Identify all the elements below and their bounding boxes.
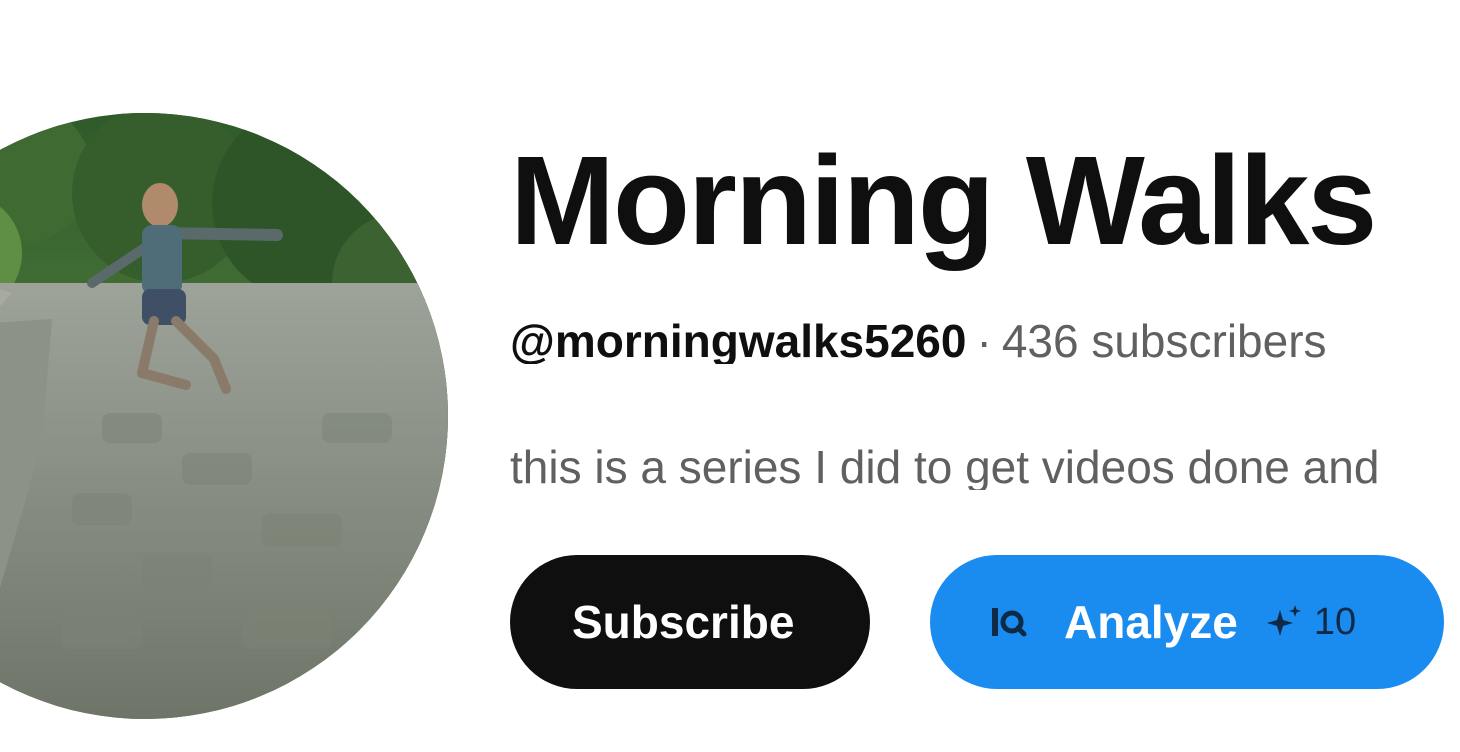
channel-handle[interactable]: @morningwalks5260 [510, 318, 966, 364]
analyze-icon [988, 602, 1028, 642]
analyze-button[interactable]: Analyze 10 [930, 555, 1444, 689]
channel-title: Morning Walks [510, 130, 1377, 271]
avatar[interactable] [0, 113, 448, 719]
channel-meta: @morningwalks5260 · 436 subscribers [510, 318, 1460, 364]
subscribe-label: Subscribe [572, 596, 795, 648]
sparkle-icon [1264, 602, 1304, 642]
meta-separator: · [976, 318, 992, 364]
avatar-image [0, 113, 448, 719]
credits: 10 [1264, 601, 1356, 644]
analyze-label: Analyze [1064, 596, 1238, 648]
channel-description[interactable]: this is a series I did to get videos don… [510, 444, 1460, 490]
credits-count: 10 [1313, 600, 1357, 643]
subscriber-count: 436 subscribers [1001, 318, 1327, 364]
channel-header: Morning Walks @morningwalks5260 · 436 subs… [0, 0, 1460, 752]
subscribe-button[interactable]: Subscribe [510, 555, 870, 689]
